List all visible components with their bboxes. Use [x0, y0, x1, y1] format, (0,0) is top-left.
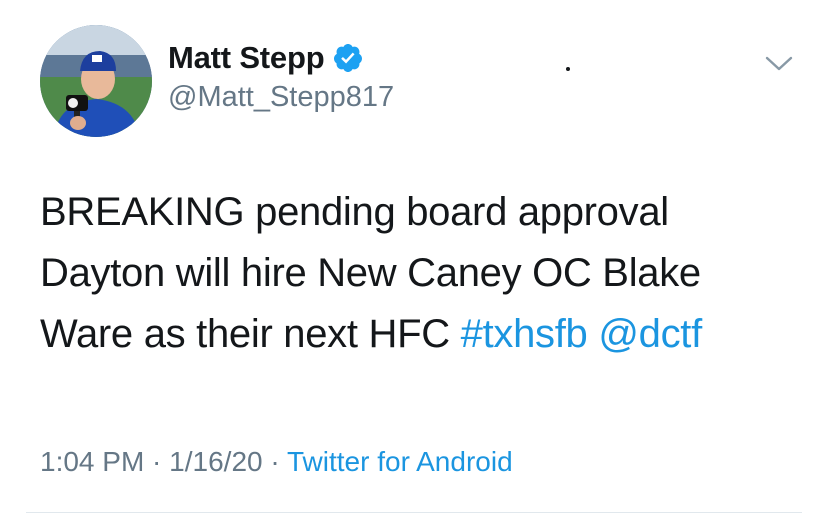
tweet-text-line: Ware as their next HFC #txhsfb @dctf — [40, 304, 810, 365]
avatar[interactable] — [40, 25, 152, 137]
profile-photo-icon — [40, 25, 152, 137]
stray-dot — [566, 67, 570, 71]
mention-link[interactable]: @dctf — [598, 312, 702, 356]
text-space — [588, 312, 599, 356]
chevron-down-icon[interactable] — [765, 55, 793, 73]
tweet-text-segment: Ware as their next HFC — [40, 312, 461, 356]
tweet-time[interactable]: 1:04 PM — [40, 446, 144, 477]
tweet-card: Matt Stepp @Matt_Stepp817 BREAKING pendi… — [0, 0, 828, 521]
hashtag-link[interactable]: #txhsfb — [461, 312, 588, 356]
tweet-date[interactable]: 1/16/20 — [169, 446, 262, 477]
meta-separator: · — [262, 446, 287, 477]
meta-separator: · — [144, 446, 170, 477]
author-name-row[interactable]: Matt Stepp — [168, 38, 364, 78]
tweet-source-link[interactable]: Twitter for Android — [287, 446, 513, 477]
tweet-meta: 1:04 PM · 1/16/20 · Twitter for Android — [40, 446, 513, 478]
author-display-name[interactable]: Matt Stepp — [168, 40, 325, 76]
tweet-text: BREAKING pending board approval Dayton w… — [40, 182, 810, 365]
divider — [26, 512, 802, 513]
author-handle[interactable]: @Matt_Stepp817 — [168, 81, 394, 114]
tweet-text-line: BREAKING pending board approval — [40, 190, 669, 234]
verified-badge-icon — [332, 42, 364, 74]
tweet-text-line: Dayton will hire New Caney OC Blake — [40, 251, 701, 295]
